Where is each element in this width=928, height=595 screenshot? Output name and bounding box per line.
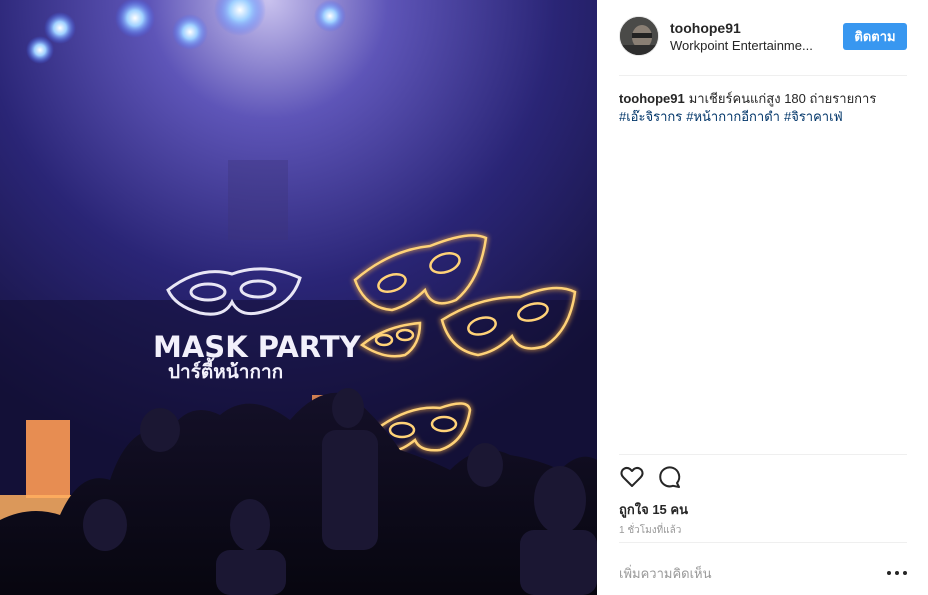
comment-input[interactable]: เพิ่มความคิดเห็น <box>619 563 712 584</box>
post-username[interactable]: toohope91 <box>670 20 741 36</box>
comment-icon[interactable] <box>657 464 683 490</box>
post-caption: toohope91 มาเชียร์คนแก่สูง 180 ถ่ายรายการ… <box>619 90 907 126</box>
hashtag-link[interactable]: #เอ๊ะจิรากร <box>619 109 682 124</box>
like-count[interactable]: ถูกใจ 15 คน <box>619 499 688 520</box>
hashtag-list: #เอ๊ะจิรากร #หน้ากากอีกาดำ #จิราคาเฟ่ <box>619 108 907 126</box>
divider <box>619 75 907 76</box>
caption-text: มาเชียร์คนแก่สูง 180 ถ่ายรายการ <box>688 91 877 106</box>
post-location[interactable]: Workpoint Entertainme... <box>670 38 830 53</box>
avatar[interactable] <box>619 16 659 56</box>
sign-line-2: ปาร์ตี้หน้ากาก <box>168 357 283 383</box>
party-scene-image: MASK PARTY ปาร์ตี้หน้ากาก <box>0 0 597 595</box>
avatar-image <box>620 17 658 55</box>
post-side-panel: toohope91 Workpoint Entertainme... ติดตา… <box>597 0 928 595</box>
hashtag-link[interactable]: #จิราคาเฟ่ <box>784 109 843 124</box>
follow-button[interactable]: ติดตาม <box>843 23 907 50</box>
post-photo[interactable]: MASK PARTY ปาร์ตี้หน้ากาก <box>0 0 597 595</box>
post-header: toohope91 Workpoint Entertainme... ติดตา… <box>619 16 907 60</box>
sign-line-1: MASK PARTY <box>153 330 362 364</box>
divider <box>619 542 907 543</box>
divider <box>619 454 907 455</box>
more-options-icon[interactable] <box>887 568 907 578</box>
heart-icon[interactable] <box>619 464 645 490</box>
caption-username[interactable]: toohope91 <box>619 91 685 106</box>
post-time: 1 ชั่วโมงที่แล้ว <box>619 525 682 536</box>
hashtag-link[interactable]: #หน้ากากอีกาดำ <box>686 109 780 124</box>
